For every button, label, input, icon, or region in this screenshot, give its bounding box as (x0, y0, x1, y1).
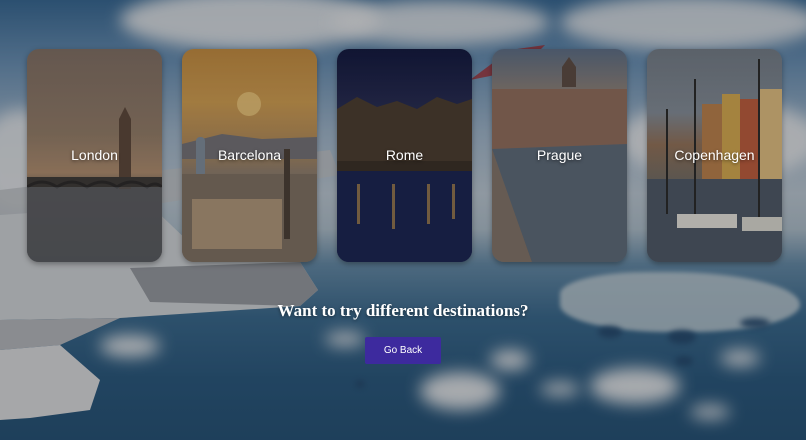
destination-label: Prague (536, 147, 583, 163)
destination-cards: London Barcelona Rome Prague Copenhagen (27, 49, 782, 262)
cta-heading: Want to try different destinations? (277, 301, 529, 320)
go-back-button[interactable]: Go Back (365, 337, 441, 364)
destination-label: London (71, 147, 118, 163)
destination-card-rome[interactable]: Rome (337, 49, 472, 262)
destination-card-barcelona[interactable]: Barcelona (182, 49, 317, 262)
destination-label: Copenhagen (674, 147, 755, 163)
destination-label: Barcelona (217, 147, 282, 163)
destination-card-prague[interactable]: Prague (492, 49, 627, 262)
destination-card-london[interactable]: London (27, 49, 162, 262)
destination-label: Rome (385, 147, 424, 163)
destination-card-copenhagen[interactable]: Copenhagen (647, 49, 782, 262)
